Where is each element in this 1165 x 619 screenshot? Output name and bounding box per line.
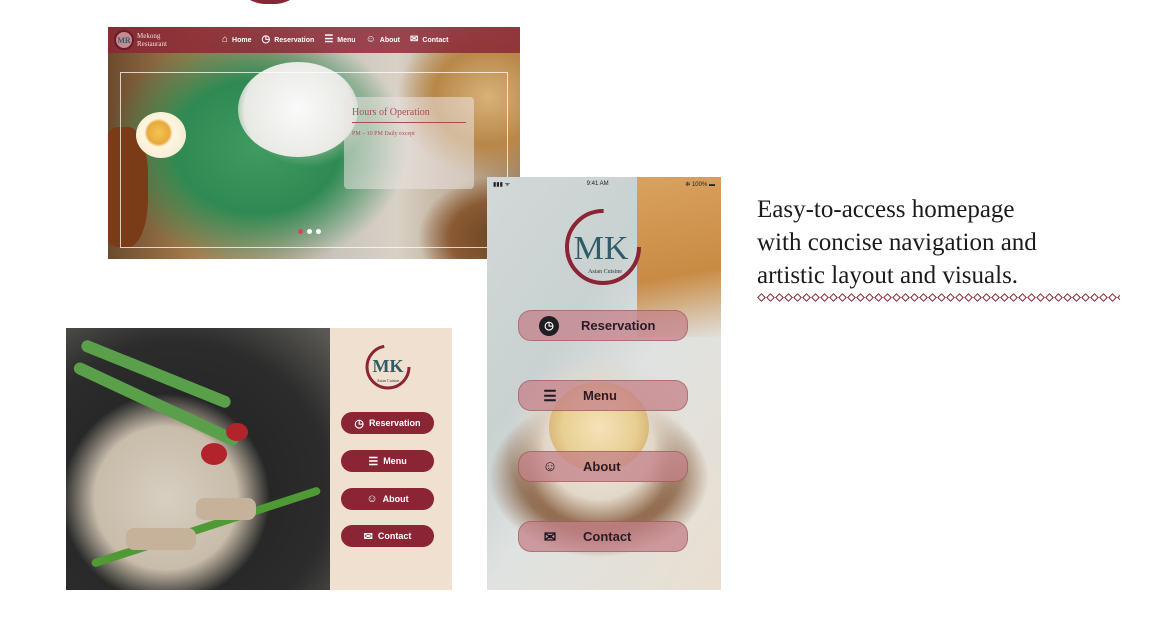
nav-label: Contact [422,36,449,44]
tablet-sidebar: MK Asian Cuisine ◷ Reservation ☰ Menu ☺ … [330,328,452,590]
caption-text: Easy-to-access homepage with concise nav… [757,193,1137,292]
nav-about[interactable]: ☺ About [366,35,400,45]
desktop-mockup: MR Mekong Restaurant ⌂ Home ◷ Reservatio… [108,27,520,259]
smiley-icon: ☺ [366,493,378,505]
chat-icon: ✉ [363,530,373,543]
hours-title: Hours of Operation [352,107,466,123]
nav-reservation[interactable]: ◷ Reservation [262,35,315,45]
nav-label: About [379,36,400,44]
nav-contact[interactable]: ✉ Contact [410,35,448,45]
about-button[interactable]: ☺ About [341,488,434,510]
clock-icon: ◷ [539,315,559,336]
nav-label: Reservation [274,36,315,44]
desktop-navbar: MR Mekong Restaurant ⌂ Home ◷ Reservatio… [108,27,520,53]
decorative-circle [232,0,308,4]
status-bar: ▮▮▮ ᯤ 9:41 AM ✻ 100% ▬ [487,177,721,191]
logo-tagline: Asian Cuisine [588,269,622,275]
food-pepper [226,423,248,441]
status-time: 9:41 AM [586,181,609,187]
logo-line-1: Mekong [137,32,161,40]
nav-label: Menu [337,36,356,44]
hours-card: Hours of Operation PM – 10 PM Daily exce… [344,97,474,189]
nav-home[interactable]: ⌂ Home [222,35,252,45]
carousel-dots [298,229,321,234]
food-chicken [196,498,256,520]
clock-icon: ◷ [354,417,365,430]
button-label: Menu [383,456,407,466]
caption-line: artistic layout and visuals. [757,262,1019,289]
tablet-mockup: MK Asian Cuisine ◷ Reservation ☰ Menu ☺ … [66,328,452,590]
clipboard-icon: ☰ [324,34,334,45]
zigzag-divider [757,293,1120,302]
button-label: Contact [583,529,632,544]
button-label: About [583,459,621,474]
restaurant-logo[interactable]: MR Mekong Restaurant [114,30,222,50]
about-button[interactable]: ☺ About [518,451,688,482]
food-pepper [201,443,227,465]
bank-icon: ⌂ [222,34,229,45]
clipboard-icon: ☰ [543,387,557,405]
logo-text: Mekong Restaurant [137,32,167,48]
nav-label: Home [232,36,252,44]
contact-button[interactable]: ✉ Contact [341,525,434,547]
clock-icon: ◷ [261,34,271,45]
smiley-icon: ☺ [542,458,558,475]
nav-menu[interactable]: ☰ Menu [324,35,355,45]
logo-mark: MK [373,356,404,376]
logo-mark-icon: MR [114,30,134,50]
hours-text: PM – 10 PM Daily except [352,131,415,137]
food-photo-bowl [66,328,330,590]
carousel-dot[interactable] [316,229,321,234]
carousel-dot[interactable] [307,229,312,234]
battery-icon: ✻ 100% ▬ [685,181,715,188]
chat-icon: ✉ [410,34,419,45]
food-chicken [126,528,196,550]
clipboard-icon: ☰ [368,455,379,468]
logo-line-2: Restaurant [137,40,167,48]
button-label: Menu [583,388,617,403]
button-label: About [382,494,409,504]
carousel-dot[interactable] [298,229,303,234]
button-label: Contact [377,531,412,541]
menu-button[interactable]: ☰ Menu [341,450,434,472]
contact-button[interactable]: ✉ Contact [518,521,688,552]
reservation-button[interactable]: ◷ Reservation [518,310,688,341]
mk-logo-icon: MK Asian Cuisine [365,344,411,390]
signal-icon: ▮▮▮ ᯤ [493,182,511,188]
logo-mark: MK [574,230,629,267]
chat-icon: ✉ [543,528,557,546]
button-label: Reservation [581,318,656,333]
button-label: Reservation [369,418,421,428]
caption-line: with concise navigation and [757,229,1037,256]
smiley-icon: ☺ [365,34,376,45]
mk-logo-icon: MK Asian Cuisine [565,209,641,285]
reservation-button[interactable]: ◷ Reservation [341,412,434,434]
menu-button[interactable]: ☰ Menu [518,380,688,411]
logo-tagline: Asian Cuisine [377,378,400,383]
phone-mockup: ▮▮▮ ᯤ 9:41 AM ✻ 100% ▬ MK Asian Cuisine … [487,177,721,590]
caption-line: Easy-to-access homepage [757,196,1015,223]
